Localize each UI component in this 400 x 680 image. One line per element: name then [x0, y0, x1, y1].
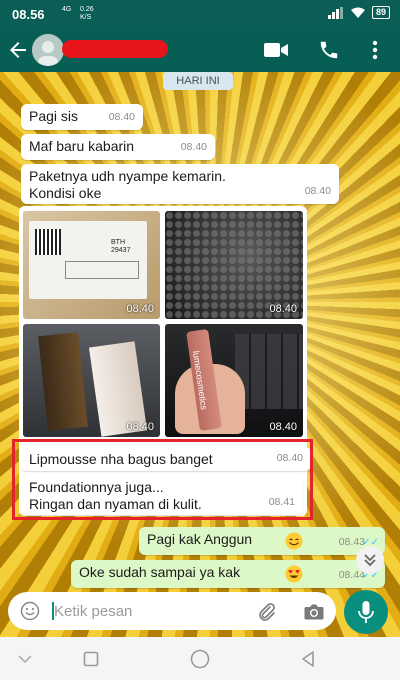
- battery-indicator: 89: [371, 6, 390, 19]
- triangle-back-icon[interactable]: [300, 650, 316, 668]
- network-type: 4G: [62, 6, 72, 13]
- label-text: BTH 29437: [111, 239, 130, 255]
- system-nav-bar: [0, 637, 400, 680]
- message-time: 08.40: [108, 111, 135, 123]
- chevron-down-icon[interactable]: [17, 653, 33, 665]
- status-time: 08.56: [12, 7, 45, 22]
- label-code: 29437: [111, 247, 131, 254]
- media-photo-bubblewrap[interactable]: 08.40: [165, 211, 303, 319]
- more-vertical-icon[interactable]: [366, 39, 384, 61]
- chat-background[interactable]: HARI INI Pagi sis 08.40 Maf baru kabarin…: [0, 72, 400, 637]
- date-divider: HARI INI: [163, 72, 233, 90]
- highlight-box: [12, 439, 313, 520]
- media-photo-products[interactable]: 08.40: [23, 324, 160, 437]
- message-text: Pagi sis: [29, 108, 79, 124]
- message-bubble[interactable]: Pagi sis 08.40: [21, 104, 143, 130]
- microphone-icon: [358, 601, 374, 623]
- media-time: 08.40: [126, 421, 154, 433]
- message-text: Pagi kak Anggun: [147, 531, 253, 547]
- speed-value: 0.26: [80, 6, 94, 13]
- arrow-left-icon[interactable]: [6, 38, 30, 62]
- media-time: 08.40: [126, 303, 154, 315]
- square-recents-icon[interactable]: [83, 651, 99, 667]
- chat-header: [0, 28, 400, 72]
- scroll-down-button[interactable]: [356, 546, 384, 574]
- label-bth: BTH: [111, 239, 125, 246]
- chevron-double-down-icon: [364, 554, 376, 567]
- message-text: Paketnya udh nyampe kemarin.: [29, 168, 226, 184]
- voice-message-button[interactable]: [344, 590, 388, 634]
- video-call-icon[interactable]: [263, 40, 289, 60]
- message-time: 08.40: [180, 141, 207, 153]
- message-bubble-outgoing[interactable]: Oke sudah sampai ya kak 08.44 ✓✓: [71, 560, 385, 588]
- heart-eyes-emoji-icon: [285, 565, 303, 583]
- shipping-label: BTH 29437: [29, 221, 147, 299]
- paperclip-icon[interactable]: [255, 601, 277, 623]
- media-photo-lipmousse[interactable]: lumecosmetics 08.40: [165, 324, 303, 437]
- label-box: [65, 261, 139, 279]
- camera-icon[interactable]: [303, 602, 325, 622]
- message-input[interactable]: Ketik pesan: [8, 592, 336, 630]
- media-time: 08.40: [269, 303, 297, 315]
- media-photo-package[interactable]: BTH 29437 08.40: [23, 211, 160, 319]
- message-time: 08.40: [304, 185, 331, 197]
- media-time: 08.40: [269, 421, 297, 433]
- status-right: 89: [327, 6, 390, 19]
- phone-icon[interactable]: [318, 39, 340, 61]
- composer-bar: Ketik pesan: [0, 585, 400, 637]
- message-text: Oke sudah sampai ya kak: [79, 564, 241, 580]
- emoji-picker-icon[interactable]: [20, 601, 40, 621]
- smile-emoji-icon: [285, 532, 303, 550]
- avatar-image: [32, 34, 64, 66]
- network-speed: 4G: [62, 6, 71, 14]
- message-text-line2: Kondisi oke: [29, 185, 102, 201]
- wifi-icon: [350, 7, 365, 18]
- signal-icon: [327, 6, 343, 19]
- message-bubble-outgoing[interactable]: Pagi kak Anggun 08.43 ✓✓: [139, 527, 385, 555]
- message-text: Maf baru kabarin: [29, 138, 135, 154]
- keyboard-keys: [235, 334, 303, 409]
- avatar[interactable]: [32, 34, 64, 66]
- message-bubble[interactable]: Maf baru kabarin 08.40: [21, 134, 215, 160]
- speed-unit: K/S: [80, 14, 92, 21]
- message-input-placeholder[interactable]: Ketik pesan: [54, 603, 132, 620]
- product-box-dark: [38, 332, 88, 431]
- status-bar: 08.56 4G 0.26 K/S 89: [0, 0, 400, 28]
- speed-readout: 0.26 K/S: [80, 6, 94, 22]
- qr-code: [35, 229, 61, 255]
- circle-home-icon[interactable]: [190, 649, 210, 669]
- contact-name-redacted[interactable]: [62, 40, 168, 58]
- message-bubble[interactable]: Paketnya udh nyampe kemarin. Kondisi oke…: [21, 164, 339, 204]
